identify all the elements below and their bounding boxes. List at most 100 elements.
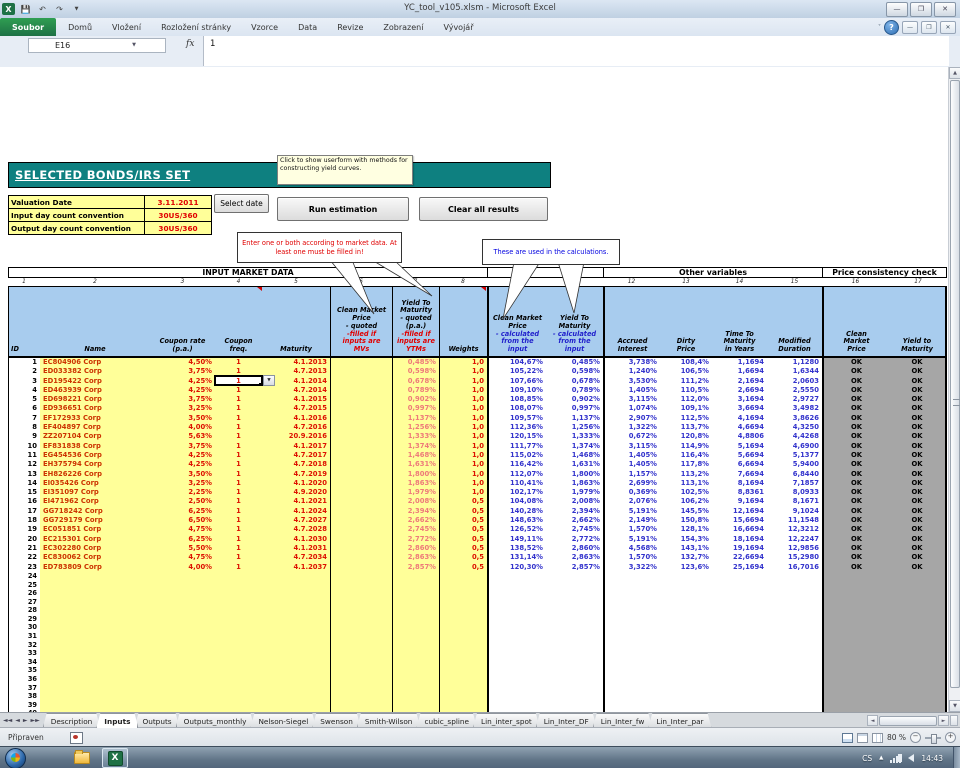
grid-cell[interactable]: [767, 692, 822, 701]
grid-cell[interactable]: [330, 432, 392, 441]
column-header[interactable]: Yield To Maturity - quoted (p.a.)-filled…: [392, 286, 439, 358]
grid-cell[interactable]: [150, 709, 215, 712]
grid-cell[interactable]: 1,256%: [392, 423, 439, 432]
grid-cell[interactable]: [392, 641, 439, 650]
normal-view-icon[interactable]: [842, 733, 853, 743]
grid-cell[interactable]: [40, 581, 150, 590]
grid-cell[interactable]: [660, 701, 712, 710]
grid-cell[interactable]: 4.7.2014: [262, 386, 330, 395]
grid-cell[interactable]: [487, 666, 546, 675]
grid-cell[interactable]: [40, 572, 150, 581]
grid-cell[interactable]: 3,50%: [150, 414, 215, 423]
grid-cell[interactable]: [330, 632, 392, 641]
grid-cell[interactable]: 4,25%: [150, 460, 215, 469]
grid-cell[interactable]: [712, 581, 767, 590]
grid-cell[interactable]: 4.1.2017: [262, 442, 330, 451]
grid-cell[interactable]: 4.7.2017: [262, 451, 330, 460]
grid-cell[interactable]: 140,28%: [487, 507, 546, 516]
grid-cell[interactable]: [330, 598, 392, 607]
grid-cell[interactable]: [330, 488, 392, 497]
grid-cell[interactable]: EG454536 Corp: [40, 451, 150, 460]
grid-cell[interactable]: 2,25%: [150, 488, 215, 497]
grid-cell[interactable]: 29: [8, 615, 40, 624]
grid-cell[interactable]: 115,02%: [487, 451, 546, 460]
name-box[interactable]: E16: [28, 38, 166, 53]
grid-cell[interactable]: 108,07%: [487, 404, 546, 413]
grid-cell[interactable]: [767, 632, 822, 641]
grid-cell[interactable]: 34: [8, 658, 40, 667]
grid-cell[interactable]: 1: [215, 404, 262, 413]
grid-cell[interactable]: [822, 589, 889, 598]
grid-cell[interactable]: 5,6694: [712, 451, 767, 460]
grid-cell[interactable]: [392, 572, 439, 581]
grid-cell[interactable]: [439, 649, 487, 658]
grid-cell[interactable]: [712, 701, 767, 710]
grid-cell[interactable]: [330, 414, 392, 423]
sheet-tab-inputs[interactable]: Inputs: [96, 713, 138, 728]
grid-cell[interactable]: 9,1694: [712, 497, 767, 506]
grid-cell[interactable]: 2,860%: [392, 544, 439, 553]
zoom-slider-thumb[interactable]: [931, 734, 937, 744]
grid-cell[interactable]: 109,57%: [487, 414, 546, 423]
grid-cell[interactable]: [439, 581, 487, 590]
grid-cell[interactable]: 0,5: [439, 516, 487, 525]
grid-cell[interactable]: 102,17%: [487, 488, 546, 497]
ribbon-tab-rozložení-stránky[interactable]: Rozložení stránky: [151, 18, 241, 36]
grid-cell[interactable]: [603, 641, 660, 650]
grid-cell[interactable]: OK: [889, 535, 947, 544]
vertical-scrollbar[interactable]: ▲ ▼: [948, 67, 960, 712]
grid-cell[interactable]: 110,41%: [487, 479, 546, 488]
grid-cell[interactable]: 3: [8, 377, 40, 386]
grid-cell[interactable]: 126,52%: [487, 525, 546, 534]
ribbon-tab-zobrazení[interactable]: Zobrazení: [373, 18, 433, 36]
grid-cell[interactable]: OK: [889, 544, 947, 553]
grid-cell[interactable]: [150, 701, 215, 710]
grid-cell[interactable]: [546, 649, 603, 658]
grid-cell[interactable]: [660, 606, 712, 615]
grid-cell[interactable]: [660, 581, 712, 590]
grid-cell[interactable]: [40, 666, 150, 675]
grid-cell[interactable]: [487, 606, 546, 615]
first-sheet-icon[interactable]: ◄◄: [3, 717, 12, 724]
grid-cell[interactable]: 6,8440: [767, 470, 822, 479]
grid-cell[interactable]: 6,50%: [150, 516, 215, 525]
column-header[interactable]: Yield To Maturity- calculated from the i…: [546, 286, 603, 358]
grid-cell[interactable]: [603, 709, 660, 712]
grid-cell[interactable]: [439, 666, 487, 675]
column-header[interactable]: Time To Maturity in Years: [712, 286, 767, 358]
grid-cell[interactable]: OK: [889, 367, 947, 376]
grid-cell[interactable]: 30: [8, 623, 40, 632]
grid-cell[interactable]: 120,30%: [487, 563, 546, 572]
grid-cell[interactable]: [889, 581, 947, 590]
insert-function-icon[interactable]: fx: [186, 39, 194, 49]
grid-cell[interactable]: [889, 701, 947, 710]
output-convention-row[interactable]: Output day count convention 30US/360: [9, 222, 211, 234]
grid-cell[interactable]: 1,374%: [546, 442, 603, 451]
grid-cell[interactable]: [330, 684, 392, 693]
grid-cell[interactable]: [546, 709, 603, 712]
grid-cell[interactable]: [262, 572, 330, 581]
grid-cell[interactable]: 1: [215, 386, 262, 395]
grid-cell[interactable]: 1,631%: [392, 460, 439, 469]
grid-cell[interactable]: [822, 581, 889, 590]
grid-cell[interactable]: [712, 615, 767, 624]
grid-cell[interactable]: 3,75%: [150, 442, 215, 451]
select-date-button[interactable]: Select date: [214, 194, 269, 213]
tray-expand-icon[interactable]: ▲: [879, 755, 883, 761]
grid-cell[interactable]: 6: [8, 404, 40, 413]
grid-cell[interactable]: [150, 572, 215, 581]
grid-cell[interactable]: [546, 675, 603, 684]
grid-cell[interactable]: [392, 589, 439, 598]
grid-cell[interactable]: 3,115%: [603, 395, 660, 404]
grid-cell[interactable]: [822, 684, 889, 693]
prev-sheet-icon[interactable]: ◄: [15, 717, 20, 724]
grid-cell[interactable]: [712, 666, 767, 675]
sheet-tab-description[interactable]: Description: [43, 713, 101, 728]
grid-cell[interactable]: 1,800%: [392, 470, 439, 479]
grid-cell[interactable]: OK: [889, 386, 947, 395]
grid-cell[interactable]: [889, 658, 947, 667]
grid-cell[interactable]: 154,3%: [660, 535, 712, 544]
grid-cell[interactable]: 7,6694: [712, 470, 767, 479]
grid-cell[interactable]: [262, 649, 330, 658]
grid-cell[interactable]: [660, 589, 712, 598]
